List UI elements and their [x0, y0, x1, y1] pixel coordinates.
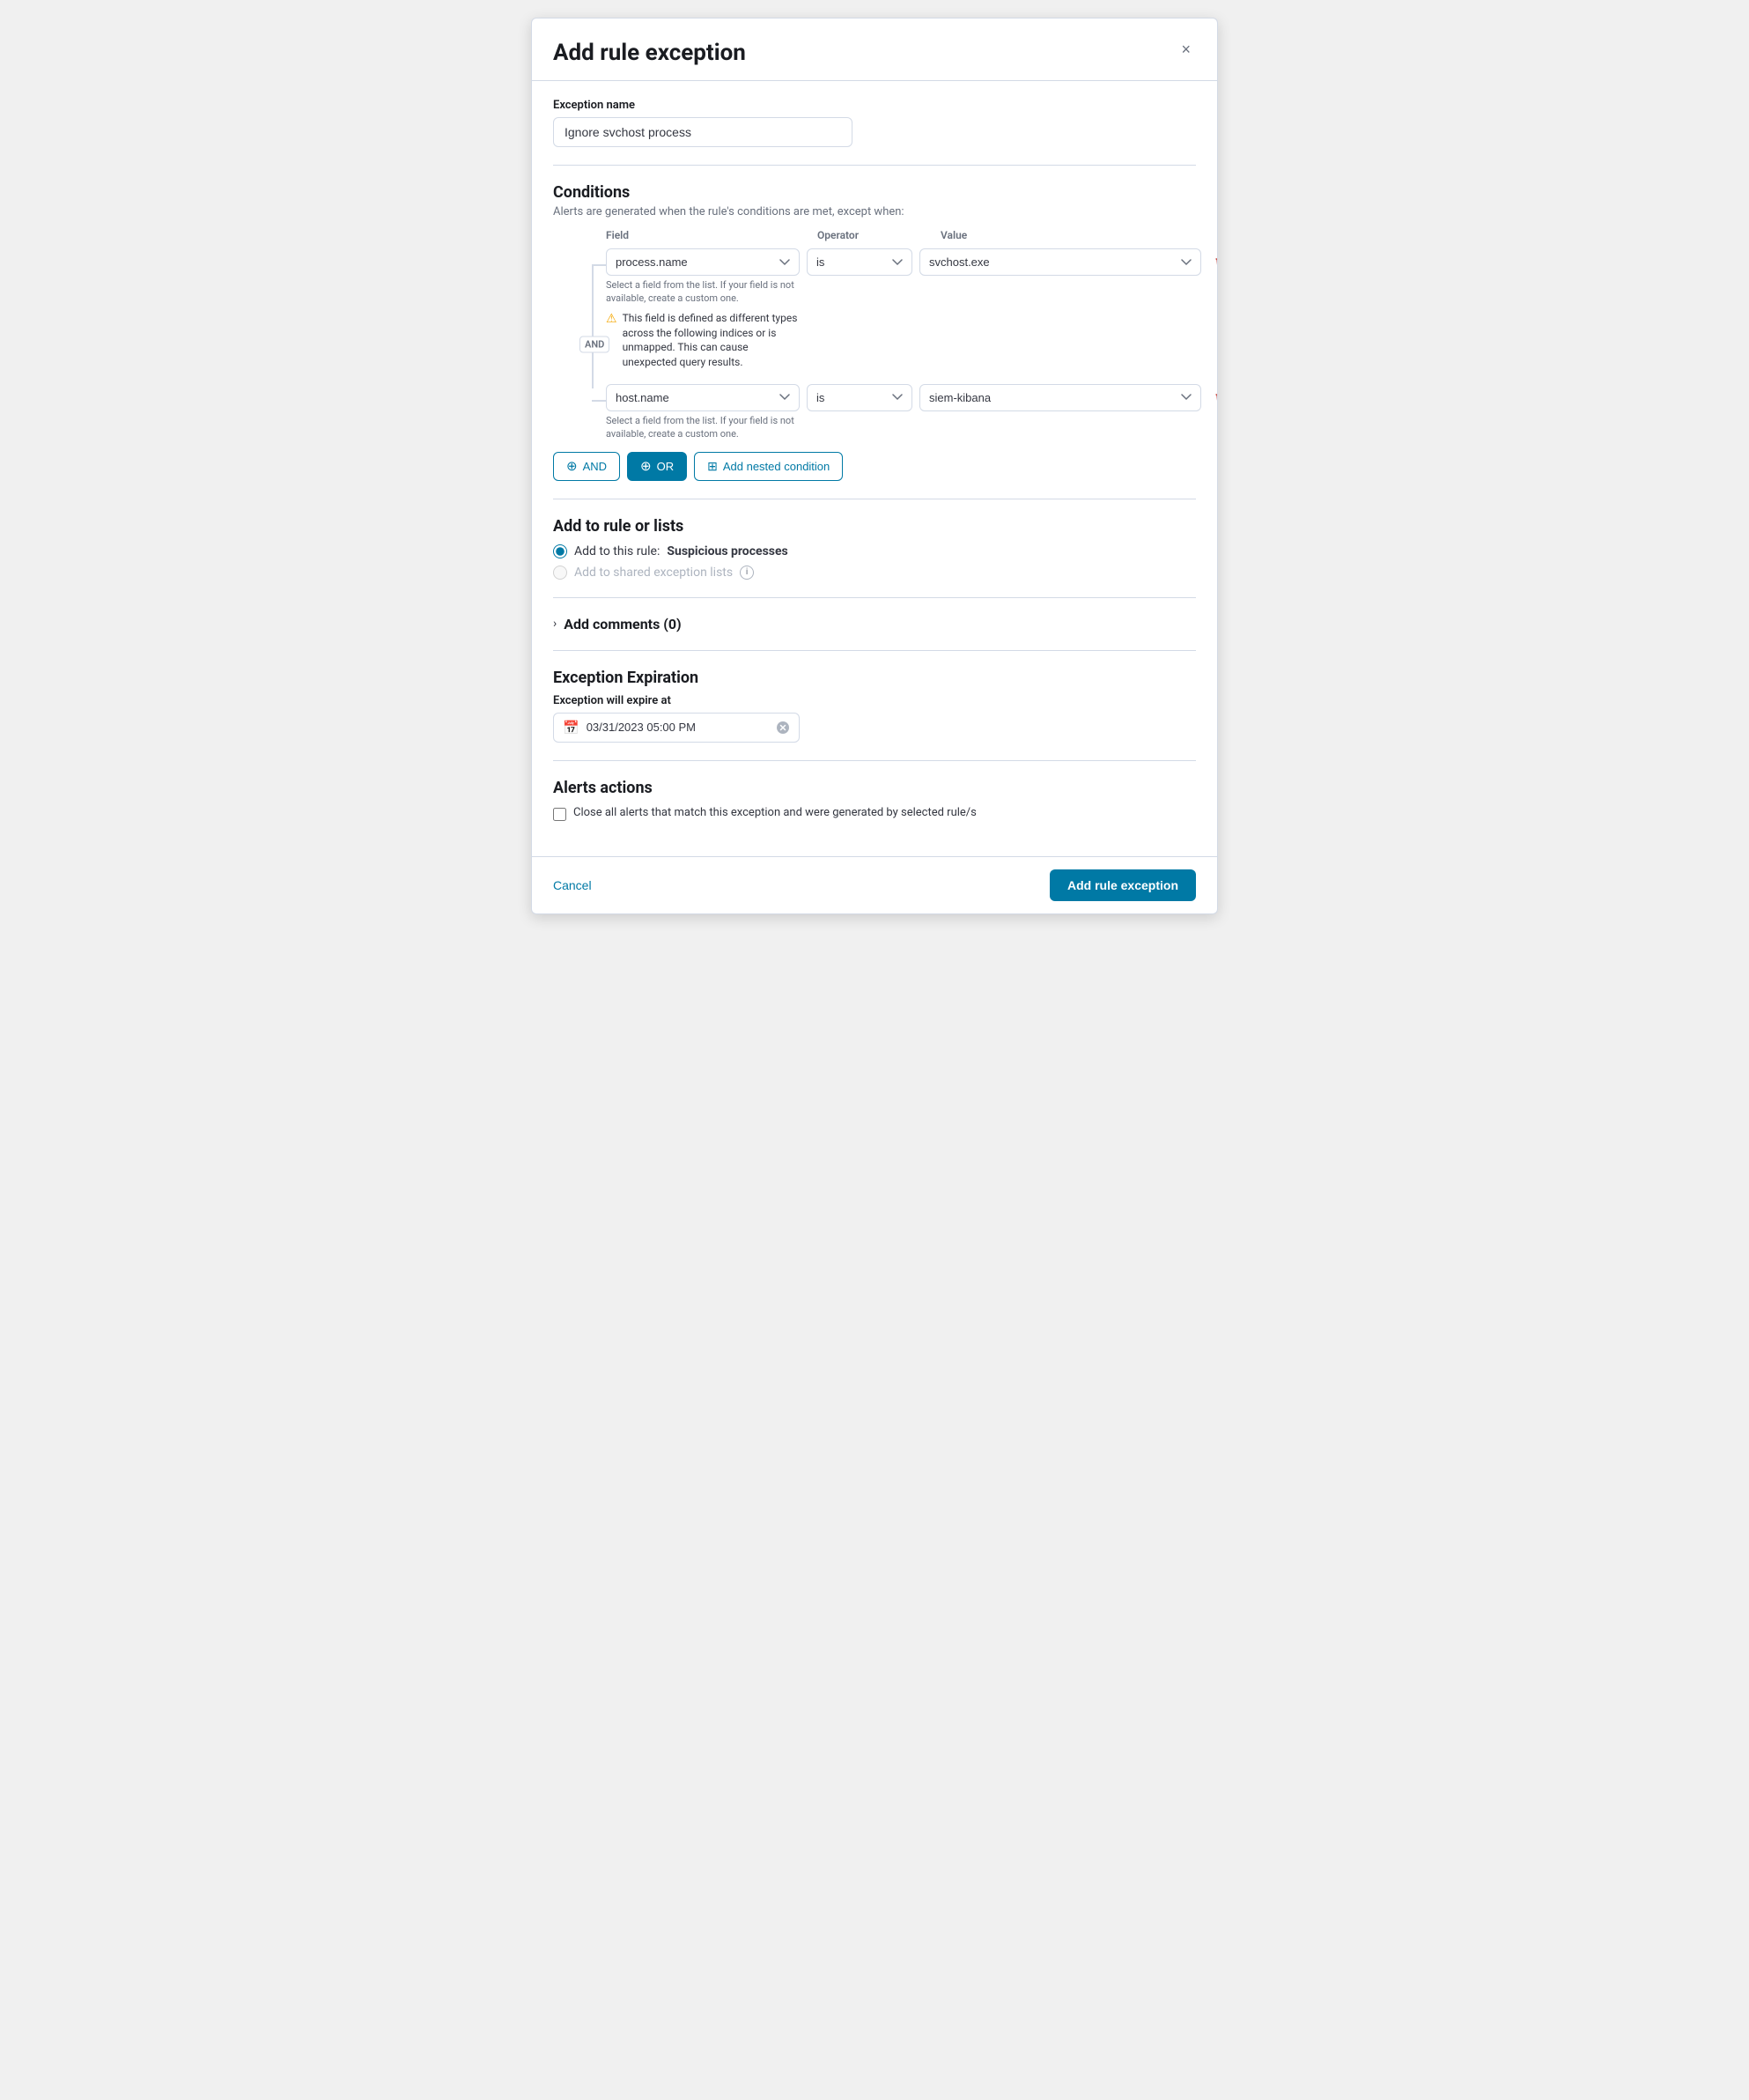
- row2-field-col: host.name Select a field from the list. …: [606, 384, 800, 441]
- conditions-buttons: ⊕ AND ⊕ OR ⊞ Add nested condition: [553, 452, 1196, 481]
- row1-operator-col: is: [807, 248, 912, 276]
- close-button[interactable]: ×: [1176, 40, 1196, 59]
- row1-warning-text: This field is defined as different types…: [623, 311, 800, 370]
- row1-value-select[interactable]: svchost.exe: [919, 248, 1201, 276]
- row1-delete-button[interactable]: [1208, 250, 1217, 275]
- nested-icon: ⊞: [707, 459, 718, 474]
- tree-hline-2: [592, 400, 606, 402]
- divider-1: [553, 165, 1196, 166]
- expiration-title: Exception Expiration: [553, 669, 1196, 687]
- row2-value-col: siem-kibana: [919, 384, 1201, 411]
- row1-warning: ⚠ This field is defined as different typ…: [606, 311, 800, 370]
- alerts-actions-section: Alerts actions Close all alerts that mat…: [553, 779, 1196, 821]
- condition-row-2: host.name Select a field from the list. …: [606, 384, 1196, 441]
- expiration-field-label: Exception will expire at: [553, 694, 1196, 707]
- tree-hline-1: [592, 264, 606, 266]
- row2-field-select[interactable]: host.name: [606, 384, 800, 411]
- col-header-field: Field: [606, 229, 800, 241]
- row2-delete-button[interactable]: [1208, 386, 1217, 410]
- row1-value-col: svchost.exe: [919, 248, 1201, 276]
- row1-field-col: process.name Select a field from the lis…: [606, 248, 800, 370]
- divider-3: [553, 597, 1196, 598]
- conditions-tree: AND process.name Select a field from the…: [553, 248, 1196, 441]
- add-to-rule-title: Add to rule or lists: [553, 517, 1196, 536]
- or-button[interactable]: ⊕ OR: [627, 452, 687, 481]
- close-alerts-checkbox-item[interactable]: Close all alerts that match this excepti…: [553, 806, 1196, 821]
- warning-icon: ⚠: [606, 311, 617, 329]
- exception-name-label: Exception name: [553, 99, 1196, 112]
- rule-name: Suspicious processes: [667, 544, 787, 558]
- and-button[interactable]: ⊕ AND: [553, 452, 620, 481]
- row1-field-select[interactable]: process.name: [606, 248, 800, 276]
- close-alerts-label: Close all alerts that match this excepti…: [573, 806, 977, 819]
- add-comments-section[interactable]: › Add comments (0): [553, 616, 1196, 632]
- modal-body: Exception name Conditions Alerts are gen…: [532, 81, 1217, 856]
- cancel-button[interactable]: Cancel: [553, 871, 592, 899]
- row2-field-hint: Select a field from the list. If your fi…: [606, 414, 800, 441]
- clear-date-button[interactable]: [776, 721, 790, 735]
- modal-header: Add rule exception ×: [532, 18, 1217, 81]
- row2-fields: host.name Select a field from the list. …: [606, 384, 1196, 441]
- trash-icon-2: [1214, 391, 1217, 405]
- row1-field-hint: Select a field from the list. If your fi…: [606, 278, 800, 306]
- conditions-title: Conditions: [553, 183, 1196, 202]
- divider-5: [553, 760, 1196, 761]
- conditions-columns-header: Field Operator Value: [553, 229, 1196, 241]
- and-button-label: AND: [583, 460, 607, 473]
- radio-label-1: Add to this rule:: [574, 544, 660, 558]
- exception-name-input[interactable]: [553, 117, 852, 147]
- trash-icon: [1214, 255, 1217, 270]
- radio-item-shared[interactable]: Add to shared exception lists i: [553, 566, 1196, 580]
- row1-operator-select[interactable]: is: [807, 248, 912, 276]
- col-header-value: Value: [941, 229, 1196, 241]
- submit-button[interactable]: Add rule exception: [1050, 869, 1196, 901]
- modal-footer: Cancel Add rule exception: [532, 856, 1217, 913]
- row2-value-select[interactable]: siem-kibana: [919, 384, 1201, 411]
- and-connector-badge: AND: [579, 336, 609, 353]
- date-input-wrap[interactable]: 📅: [553, 713, 800, 743]
- rule-radio-group: Add to this rule: Suspicious processes A…: [553, 544, 1196, 580]
- radio-this-rule[interactable]: [553, 544, 567, 558]
- expiration-section: Exception Expiration Exception will expi…: [553, 669, 1196, 743]
- close-alerts-checkbox[interactable]: [553, 808, 566, 821]
- row2-operator-col: is: [807, 384, 912, 411]
- condition-row-1: process.name Select a field from the lis…: [606, 248, 1196, 370]
- add-to-rule-options: Add to this rule: Suspicious processes A…: [553, 544, 1196, 580]
- add-to-rule-section: Add to rule or lists Add to this rule: S…: [553, 517, 1196, 580]
- add-rule-exception-modal: Add rule exception × Exception name Cond…: [531, 18, 1218, 914]
- or-plus-icon: ⊕: [640, 460, 652, 473]
- radio-item-rule[interactable]: Add to this rule: Suspicious processes: [553, 544, 1196, 558]
- conditions-section: Conditions Alerts are generated when the…: [553, 183, 1196, 481]
- chevron-right-icon: ›: [553, 617, 557, 631]
- row1-fields: process.name Select a field from the lis…: [606, 248, 1196, 370]
- modal-title: Add rule exception: [553, 40, 746, 66]
- nested-button-label: Add nested condition: [723, 460, 830, 473]
- date-input[interactable]: [587, 721, 769, 734]
- alerts-actions-title: Alerts actions: [553, 779, 1196, 797]
- and-plus-icon: ⊕: [566, 460, 578, 473]
- col-header-operator: Operator: [817, 229, 923, 241]
- or-button-label: OR: [657, 460, 675, 473]
- row2-operator-select[interactable]: is: [807, 384, 912, 411]
- conditions-subtitle: Alerts are generated when the rule's con…: [553, 205, 1196, 218]
- add-nested-condition-button[interactable]: ⊞ Add nested condition: [694, 452, 843, 481]
- calendar-icon: 📅: [563, 720, 579, 736]
- radio-shared-lists: [553, 566, 567, 580]
- info-icon[interactable]: i: [740, 566, 754, 580]
- tree-vertical-line: [592, 266, 594, 388]
- clear-icon: [776, 721, 790, 735]
- divider-4: [553, 650, 1196, 651]
- comments-label: Add comments (0): [564, 616, 681, 632]
- exception-name-section: Exception name: [553, 99, 1196, 147]
- radio-label-2: Add to shared exception lists: [574, 566, 733, 580]
